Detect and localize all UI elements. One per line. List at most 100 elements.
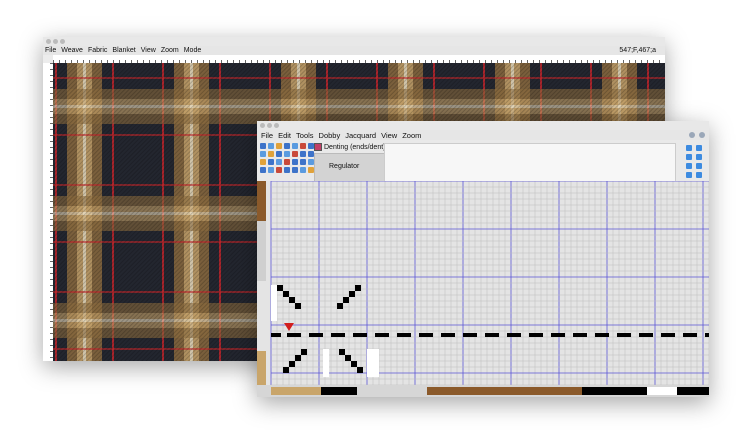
- treadling-cell: [295, 355, 301, 361]
- zoom-button[interactable]: [274, 123, 279, 128]
- menu-view[interactable]: View: [141, 47, 156, 54]
- warp-color-segment: [582, 387, 647, 395]
- arrow-left-icon[interactable]: [696, 145, 702, 151]
- tieup-dash: [639, 333, 653, 337]
- warp-color-segment: [427, 387, 582, 395]
- pointer-icon[interactable]: [260, 167, 266, 173]
- zoom-button[interactable]: [60, 39, 65, 44]
- menu-jacquard[interactable]: Jacquard: [345, 131, 376, 140]
- treadling-cell: [351, 361, 357, 367]
- select-icon[interactable]: [268, 167, 274, 173]
- menu-tools[interactable]: Tools: [296, 131, 314, 140]
- edit-menubar: File Edit Tools Dobby Jacquard View Zoom: [257, 130, 709, 140]
- arrow-tools: [684, 143, 706, 181]
- tieup-dash: [397, 333, 411, 337]
- edit-weave-window: File Edit Tools Dobby Jacquard View Zoom…: [257, 121, 719, 397]
- tieup-dash: [353, 333, 367, 337]
- pencil-icon[interactable]: [292, 159, 298, 165]
- arrow-right-icon[interactable]: [696, 154, 702, 160]
- weave-grid-area[interactable]: [257, 180, 719, 397]
- select-icon[interactable]: [268, 159, 274, 165]
- fill-icon[interactable]: [276, 167, 282, 173]
- threading-cell: [355, 285, 361, 291]
- regulator-panel[interactable]: Regulator: [314, 153, 386, 183]
- menu-view[interactable]: View: [381, 131, 397, 140]
- menu-fabric[interactable]: Fabric: [88, 47, 107, 54]
- erase-icon[interactable]: [300, 143, 306, 149]
- threading-cell: [289, 297, 295, 303]
- menu-blanket[interactable]: Blanket: [112, 47, 135, 54]
- threading-cell: [337, 303, 343, 309]
- left-color-bar: [257, 351, 266, 385]
- line-icon[interactable]: [284, 143, 290, 149]
- line-icon[interactable]: [284, 167, 290, 173]
- menu-file[interactable]: File: [261, 131, 273, 140]
- menu-zoom[interactable]: Zoom: [402, 131, 421, 140]
- threading-cell: [277, 285, 283, 291]
- left-color-bar: [257, 181, 266, 221]
- horizontal-ruler: [53, 55, 665, 63]
- arrow-down-icon[interactable]: [686, 172, 692, 178]
- arrow-up-icon[interactable]: [696, 163, 702, 169]
- line-icon[interactable]: [284, 159, 290, 165]
- left-color-bar: [257, 221, 266, 281]
- fill-icon[interactable]: [276, 143, 282, 149]
- arrow-down-icon[interactable]: [696, 172, 702, 178]
- arrow-left-icon[interactable]: [686, 145, 692, 151]
- arrow-right-icon[interactable]: [686, 154, 692, 160]
- pencil-icon[interactable]: [292, 167, 298, 173]
- tieup-dash: [375, 333, 389, 337]
- pencil-icon[interactable]: [292, 151, 298, 157]
- pointer-icon[interactable]: [260, 151, 266, 157]
- threading-cell: [295, 303, 301, 309]
- fill-icon[interactable]: [276, 159, 282, 165]
- treadling-white-bar: [323, 349, 329, 377]
- tieup-dash: [595, 333, 609, 337]
- edit-window-titlebar[interactable]: [257, 121, 709, 130]
- warp-color-segment: [677, 387, 709, 395]
- tieup-dash: [331, 333, 345, 337]
- menu-dobby[interactable]: Dobby: [319, 131, 341, 140]
- treadling-cell: [345, 355, 351, 361]
- zoom-in-icon[interactable]: [689, 132, 695, 138]
- menu-edit[interactable]: Edit: [278, 131, 291, 140]
- cursor-coordinates: 547;F,467;a: [619, 47, 656, 54]
- pencil-icon[interactable]: [292, 143, 298, 149]
- menu-zoom[interactable]: Zoom: [161, 47, 179, 54]
- treadling-cell: [283, 367, 289, 373]
- treadling-cell: [301, 349, 307, 355]
- minimize-button[interactable]: [53, 39, 58, 44]
- erase-icon[interactable]: [300, 159, 306, 165]
- tieup-dash: [661, 333, 675, 337]
- regulator-label: Regulator: [329, 163, 360, 170]
- menu-file[interactable]: File: [45, 47, 56, 54]
- tieup-dash: [485, 333, 499, 337]
- select-icon[interactable]: [268, 143, 274, 149]
- tieup-dash: [463, 333, 477, 337]
- close-button[interactable]: [260, 123, 265, 128]
- tieup-dash: [573, 333, 587, 337]
- color-swatch-icon[interactable]: [314, 143, 322, 151]
- fill-icon[interactable]: [276, 151, 282, 157]
- threading-cell: [343, 297, 349, 303]
- treadling-white-bar: [367, 349, 379, 377]
- erase-icon[interactable]: [300, 167, 306, 173]
- warp-color-segment: [357, 387, 427, 395]
- select-icon[interactable]: [268, 151, 274, 157]
- pointer-icon[interactable]: [260, 143, 266, 149]
- erase-icon[interactable]: [300, 151, 306, 157]
- zoom-out-icon[interactable]: [699, 132, 705, 138]
- tieup-dash: [441, 333, 455, 337]
- minimize-button[interactable]: [267, 123, 272, 128]
- menu-weave[interactable]: Weave: [61, 47, 83, 54]
- line-icon[interactable]: [284, 151, 290, 157]
- pointer-icon[interactable]: [260, 159, 266, 165]
- arrow-up-icon[interactable]: [686, 163, 692, 169]
- treadling-cell: [289, 361, 295, 367]
- tieup-dash: [309, 333, 323, 337]
- menu-mode[interactable]: Mode: [184, 47, 202, 54]
- fabric-window-titlebar[interactable]: [43, 37, 665, 46]
- close-button[interactable]: [46, 39, 51, 44]
- treadling-cell: [357, 367, 363, 373]
- vertical-ruler: [43, 63, 53, 361]
